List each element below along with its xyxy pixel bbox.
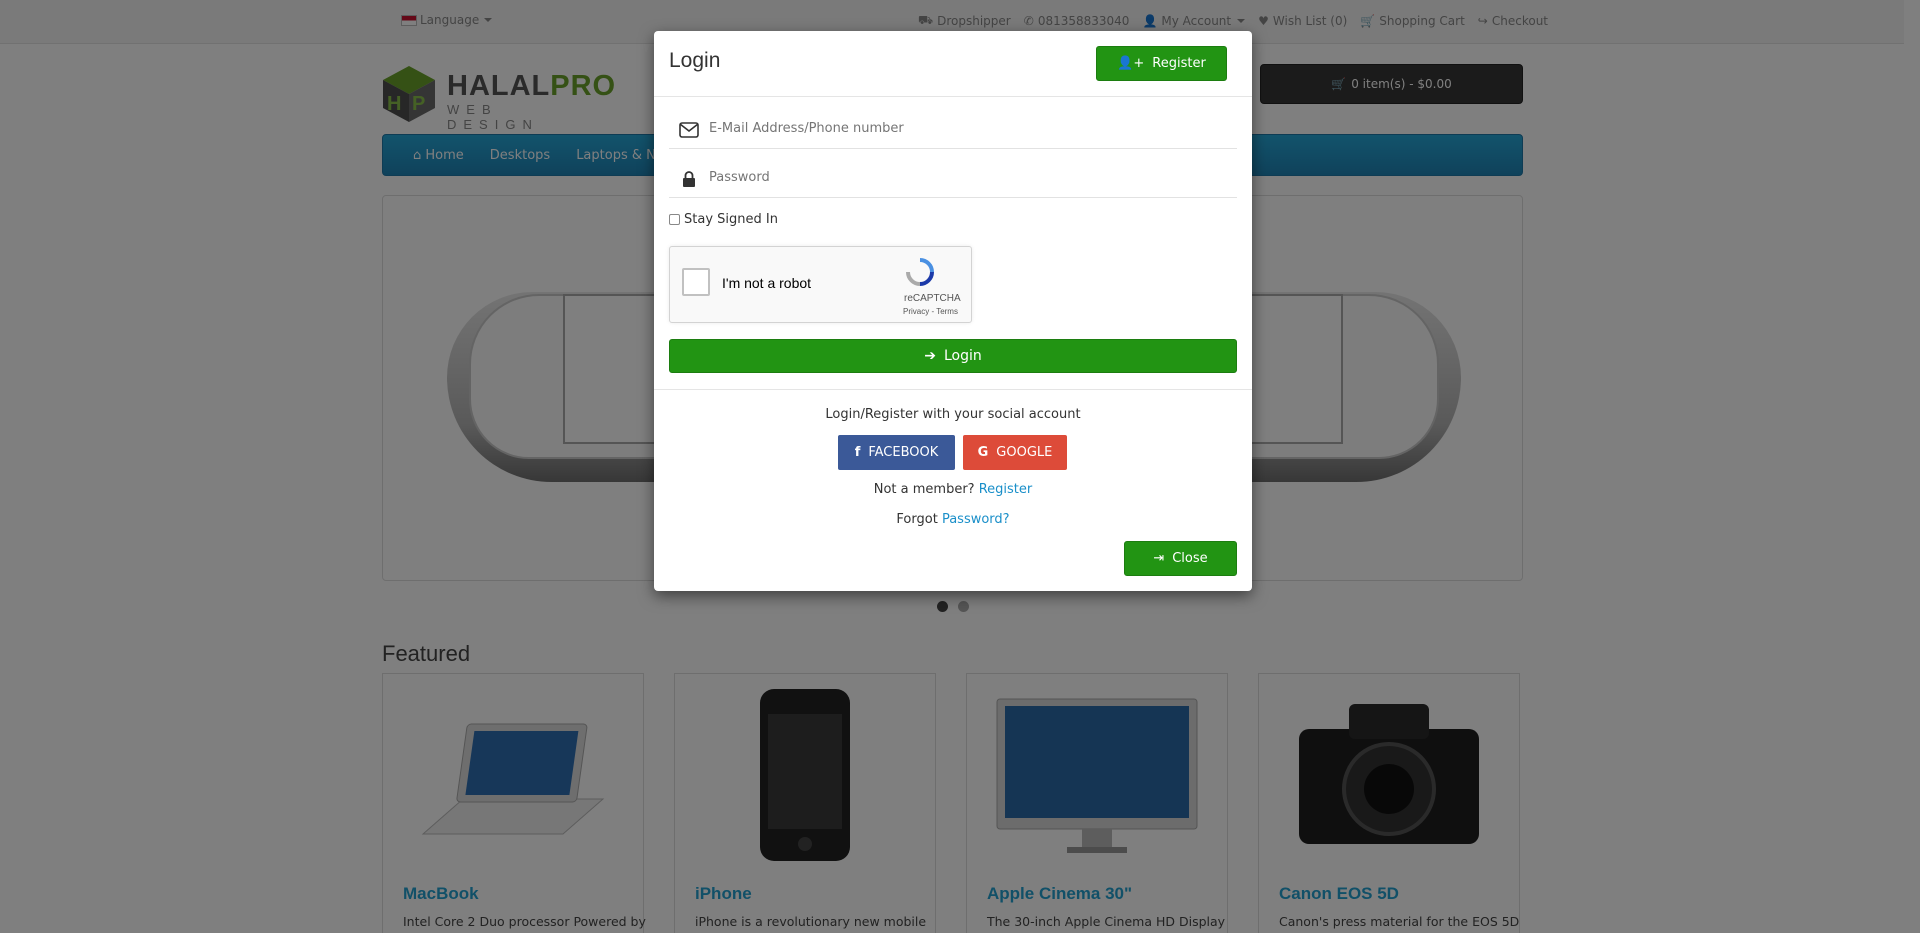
stay-signed-in-label: Stay Signed In: [684, 212, 778, 227]
forgot-password-link[interactable]: Password?: [942, 512, 1010, 527]
not-member-line: Not a member? Register: [654, 482, 1252, 497]
envelope-icon: [679, 122, 699, 138]
user-plus-icon: 👤+: [1117, 56, 1145, 71]
close-button-label: Close: [1172, 551, 1208, 566]
register-button[interactable]: 👤+ Register: [1096, 46, 1227, 81]
facebook-login-button[interactable]: f FACEBOOK: [838, 435, 955, 470]
register-link[interactable]: Register: [979, 482, 1033, 497]
sign-in-icon: ➔: [924, 348, 936, 364]
login-modal: Login 👤+ Register Stay Signed In I'm not…: [654, 31, 1252, 591]
modal-header: Login 👤+ Register: [654, 31, 1252, 97]
stay-signed-in-checkbox[interactable]: [669, 214, 680, 225]
recaptcha-logo-icon: [906, 258, 934, 286]
facebook-icon: f: [854, 445, 861, 460]
forgot-password-line: Forgot Password?: [654, 512, 1252, 527]
recaptcha-links[interactable]: Privacy - Terms: [903, 307, 958, 316]
modal-title: Login: [669, 49, 721, 72]
facebook-button-label: FACEBOOK: [868, 445, 939, 460]
forgot-text: Forgot: [896, 512, 938, 527]
email-input[interactable]: [709, 121, 1209, 136]
modal-divider: [654, 389, 1252, 390]
close-button[interactable]: ⇥ Close: [1124, 541, 1237, 576]
email-field: [669, 113, 1237, 149]
login-button[interactable]: ➔ Login: [669, 339, 1237, 373]
google-button-label: GOOGLE: [996, 445, 1053, 460]
google-icon: G: [977, 445, 989, 460]
password-field: [669, 162, 1237, 198]
recaptcha-widget: I'm not a robot reCAPTCHA Privacy - Term…: [669, 246, 972, 323]
register-button-label: Register: [1152, 56, 1206, 71]
not-member-text: Not a member?: [873, 482, 975, 497]
lock-icon: [683, 171, 695, 187]
stay-signed-in[interactable]: Stay Signed In: [669, 212, 778, 227]
sign-out-icon: ⇥: [1153, 551, 1165, 566]
google-login-button[interactable]: G GOOGLE: [963, 435, 1067, 470]
login-button-label: Login: [943, 348, 982, 364]
recaptcha-checkbox[interactable]: [682, 268, 710, 296]
recaptcha-label: I'm not a robot: [722, 275, 812, 291]
password-input[interactable]: [709, 170, 1209, 185]
social-login-text: Login/Register with your social account: [825, 407, 1081, 422]
recaptcha-brand: reCAPTCHA: [904, 293, 961, 304]
